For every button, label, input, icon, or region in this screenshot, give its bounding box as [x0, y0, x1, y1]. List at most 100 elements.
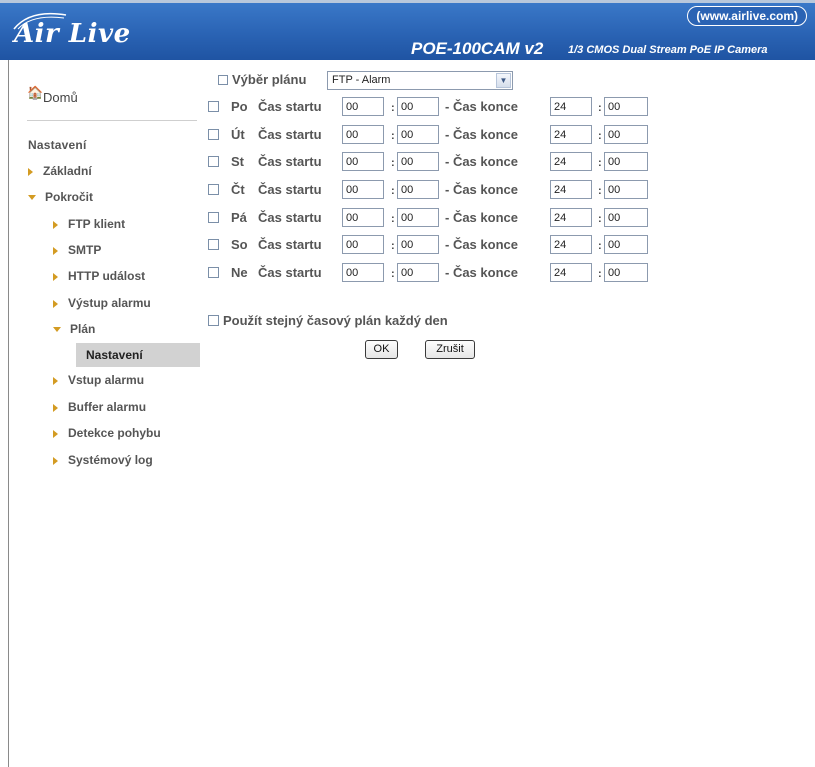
sidebar-item-label: Detekce pohybu: [68, 426, 161, 440]
start-hour-input[interactable]: [342, 235, 384, 254]
sidebar-item-ftp-klient[interactable]: FTP klient: [53, 217, 125, 231]
sidebar-item-label: Nastavení: [86, 348, 143, 362]
expand-arrow-icon: [53, 220, 58, 229]
end-minute-input[interactable]: [604, 235, 648, 254]
sidebar-item-label: SMTP: [68, 243, 102, 257]
end-time-label: - Čas konce: [445, 154, 518, 169]
end-hour-input[interactable]: [550, 125, 592, 144]
plan-checkbox[interactable]: [218, 75, 228, 85]
time-colon: :: [598, 185, 602, 197]
end-hour-input[interactable]: [550, 152, 592, 171]
end-time-label: - Čas konce: [445, 99, 518, 114]
end-minute-input[interactable]: [604, 180, 648, 199]
end-hour-input[interactable]: [550, 235, 592, 254]
brand-logo[interactable]: Air Live: [14, 19, 131, 49]
start-hour-input[interactable]: [342, 180, 384, 199]
day-checkbox[interactable]: [208, 184, 219, 195]
plan-label: Výběr plánu: [232, 72, 307, 87]
sidebar-item-label: Základní: [43, 164, 92, 178]
end-minute-input[interactable]: [604, 97, 648, 116]
sidebar-item-http-udalost[interactable]: HTTP událost: [53, 269, 145, 283]
day-checkbox[interactable]: [208, 156, 219, 167]
time-colon: :: [598, 130, 602, 142]
day-label: St: [231, 154, 244, 169]
end-minute-input[interactable]: [604, 208, 648, 227]
ok-button[interactable]: OK: [365, 340, 398, 359]
model-name: POE-100CAM v2: [411, 39, 544, 58]
sidebar-item-label: Plán: [70, 322, 96, 336]
start-minute-input[interactable]: [397, 125, 439, 144]
expand-arrow-icon: [53, 429, 58, 438]
day-checkbox[interactable]: [208, 239, 219, 250]
sidebar-item-smtp[interactable]: SMTP: [53, 243, 101, 257]
start-hour-input[interactable]: [342, 208, 384, 227]
start-minute-input[interactable]: [397, 180, 439, 199]
sidebar-item-label: Systémový log: [68, 453, 153, 467]
end-hour-input[interactable]: [550, 263, 592, 282]
home-link[interactable]: 🏠 Domů: [27, 85, 78, 105]
time-colon: :: [598, 213, 602, 225]
sidebar-item-systemovy-log[interactable]: Systémový log: [53, 453, 153, 467]
plan-selected-value: FTP - Alarm: [332, 74, 391, 86]
time-colon: :: [598, 157, 602, 169]
start-hour-input[interactable]: [342, 152, 384, 171]
day-checkbox[interactable]: [208, 101, 219, 112]
sidebar-item-label: HTTP událost: [68, 269, 146, 283]
end-minute-input[interactable]: [604, 125, 648, 144]
end-hour-input[interactable]: [550, 97, 592, 116]
time-colon: :: [391, 268, 395, 280]
start-minute-input[interactable]: [397, 97, 439, 116]
sidebar-item-label: Buffer alarmu: [68, 400, 147, 414]
start-minute-input[interactable]: [397, 152, 439, 171]
time-colon: :: [598, 102, 602, 114]
day-label: Ne: [231, 265, 248, 280]
day-checkbox[interactable]: [208, 212, 219, 223]
expand-arrow-icon: [53, 403, 58, 412]
time-colon: :: [391, 185, 395, 197]
same-plan-checkbox[interactable]: [208, 315, 219, 327]
time-colon: :: [598, 268, 602, 280]
home-icon: 🏠: [27, 85, 44, 100]
sidebar-item-vstup-alarmu[interactable]: Vstup alarmu: [53, 373, 144, 387]
day-label: Čt: [231, 182, 245, 197]
sidebar-item-buffer-alarmu[interactable]: Buffer alarmu: [53, 400, 146, 414]
plan-dropdown[interactable]: FTP - Alarm ▼: [327, 71, 513, 90]
expand-arrow-icon: [53, 299, 58, 308]
sidebar-item-plan[interactable]: Plán: [53, 322, 95, 336]
start-time-label: Čas startu: [258, 154, 322, 169]
start-minute-input[interactable]: [397, 263, 439, 282]
day-checkbox[interactable]: [208, 267, 219, 278]
start-minute-input[interactable]: [397, 235, 439, 254]
cancel-button[interactable]: Zrušit: [425, 340, 475, 359]
end-minute-input[interactable]: [604, 152, 648, 171]
end-time-label: - Čas konce: [445, 182, 518, 197]
time-colon: :: [391, 213, 395, 225]
header-bar: Air Live (www.airlive.com) POE-100CAM v2…: [0, 0, 815, 60]
day-checkbox[interactable]: [208, 129, 219, 140]
sidebar-item-pokrocit[interactable]: Pokročit: [28, 190, 93, 204]
sidebar-item-zakladni[interactable]: Základní: [28, 164, 92, 178]
start-time-label: Čas startu: [258, 265, 322, 280]
sidebar-item-detekce-pohybu[interactable]: Detekce pohybu: [53, 426, 161, 440]
time-colon: :: [391, 130, 395, 142]
sidebar-item-plan-nastaveni[interactable]: Nastavení: [76, 343, 200, 367]
start-time-label: Čas startu: [258, 182, 322, 197]
same-plan-row: Použít stejný časový plán každý den: [208, 313, 448, 328]
website-link[interactable]: (www.airlive.com): [687, 6, 807, 26]
start-hour-input[interactable]: [342, 97, 384, 116]
sidebar-item-vystup-alarmu[interactable]: Výstup alarmu: [53, 296, 151, 310]
end-time-label: - Čas konce: [445, 237, 518, 252]
expand-arrow-icon: [53, 376, 58, 385]
start-hour-input[interactable]: [342, 125, 384, 144]
chevron-down-icon[interactable]: ▼: [496, 73, 511, 88]
expand-arrow-icon: [53, 246, 58, 255]
end-time-label: - Čas konce: [445, 210, 518, 225]
end-hour-input[interactable]: [550, 180, 592, 199]
settings-heading: Nastavení: [28, 138, 87, 152]
sidebar-divider: [27, 120, 197, 121]
start-hour-input[interactable]: [342, 263, 384, 282]
sidebar-item-label: Vstup alarmu: [68, 373, 145, 387]
end-hour-input[interactable]: [550, 208, 592, 227]
start-minute-input[interactable]: [397, 208, 439, 227]
end-minute-input[interactable]: [604, 263, 648, 282]
